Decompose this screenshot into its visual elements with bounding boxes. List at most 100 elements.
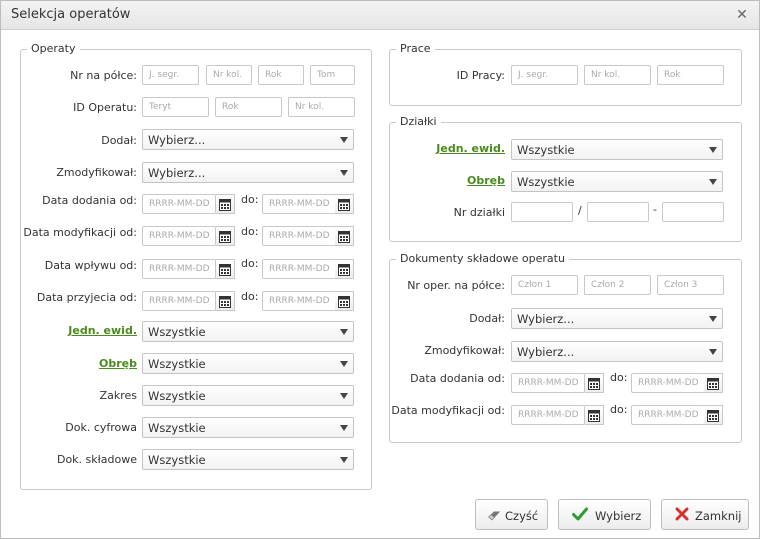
zmodyfikowal-select[interactable]: Wybierz... <box>142 162 354 183</box>
calendar-icon <box>219 296 231 308</box>
dzialki-jedn-ewid-select[interactable]: Wszystkie <box>511 139 723 160</box>
calendar-icon <box>707 410 719 422</box>
dok-skladowe-label: Dok. składowe <box>56 453 137 466</box>
nr-oper-czlon2-input[interactable]: Człon 2 <box>584 275 651 295</box>
chevron-down-icon <box>340 137 348 143</box>
eraser-icon <box>488 510 501 524</box>
data-przyjecia-from-input[interactable]: RRRR-MM-DD <box>142 291 216 311</box>
data-wplywu-from-input[interactable]: RRRR-MM-DD <box>142 259 216 279</box>
calendar-button[interactable] <box>216 291 235 311</box>
id-pracy-rok-input[interactable]: Rok <box>657 65 724 85</box>
nr-oper-czlon1-input[interactable]: Człon 1 <box>511 275 578 295</box>
dok-dodal-select[interactable]: Wybierz... <box>511 308 723 329</box>
nr-na-polce-rok-input[interactable]: Rok <box>258 65 304 85</box>
calendar-button[interactable] <box>335 291 354 311</box>
dzialki-jedn-ewid-select-value: Wszystkie <box>517 143 575 157</box>
dok-cyfrowa-select[interactable]: Wszystkie <box>142 417 354 438</box>
calendar-button[interactable] <box>704 373 723 393</box>
prace-legend: Prace <box>396 42 435 55</box>
id-pracy-jsegr-input[interactable]: J. segr. <box>511 65 578 85</box>
id-operatu-rok-input[interactable]: Rok <box>215 97 282 117</box>
zakres-select[interactable]: Wszystkie <box>142 385 354 406</box>
data-modyfikacji-from-input[interactable]: RRRR-MM-DD <box>142 226 216 246</box>
data-dodania-from-input[interactable]: RRRR-MM-DD <box>142 194 216 214</box>
data-modyfikacji-to-input[interactable]: RRRR-MM-DD <box>262 226 336 246</box>
dok-zmodyfikowal-select[interactable]: Wybierz... <box>511 341 723 362</box>
nr-dzialki-dash: - <box>653 203 657 216</box>
obreb-select-value: Wszystkie <box>148 357 206 371</box>
jedn-ewid-select[interactable]: Wszystkie <box>142 321 354 342</box>
data-modyfikacji-to-label: do: <box>241 225 259 238</box>
calendar-button[interactable] <box>335 226 354 246</box>
data-dodania-to-input[interactable]: RRRR-MM-DD <box>262 194 336 214</box>
nr-dzialki-slash: / <box>578 204 582 217</box>
calendar-button[interactable] <box>335 194 354 214</box>
calendar-button[interactable] <box>216 226 235 246</box>
nr-na-polce-jsegr-input[interactable]: J. segr. <box>142 65 199 85</box>
calendar-icon <box>588 410 600 422</box>
dok-data-dodania-from-input[interactable]: RRRR-MM-DD <box>511 373 585 393</box>
dok-data-modyfikacji-to-input[interactable]: RRRR-MM-DD <box>631 405 705 425</box>
id-operatu-teryt-input[interactable]: Teryt <box>142 97 209 117</box>
nr-dzialki-label: Nr działki <box>453 206 505 219</box>
close-button[interactable]: Zamknij <box>661 499 749 530</box>
data-przyjecia-label: Data przyjecia od: <box>36 291 137 304</box>
calendar-button[interactable] <box>216 194 235 214</box>
data-wplywu-to-input[interactable]: RRRR-MM-DD <box>262 259 336 279</box>
dok-skladowe-select[interactable]: Wszystkie <box>142 449 354 470</box>
obreb-link[interactable]: Obręb <box>99 357 137 370</box>
obreb-select[interactable]: Wszystkie <box>142 353 354 374</box>
dok-data-modyfikacji-from-input[interactable]: RRRR-MM-DD <box>511 405 585 425</box>
id-pracy-nrkol-input[interactable]: Nr kol. <box>584 65 651 85</box>
nr-dzialki-part3-input[interactable] <box>662 202 724 222</box>
calendar-button[interactable] <box>216 259 235 279</box>
zakres-label: Zakres <box>99 389 137 402</box>
dzialki-obreb-link[interactable]: Obręb <box>467 174 505 187</box>
chevron-down-icon <box>340 329 348 335</box>
calendar-button[interactable] <box>585 373 604 393</box>
data-przyjecia-to-input[interactable]: RRRR-MM-DD <box>262 291 336 311</box>
calendar-button[interactable] <box>585 405 604 425</box>
nr-dzialki-part2-input[interactable] <box>587 202 649 222</box>
chevron-down-icon <box>709 316 717 322</box>
calendar-icon <box>219 231 231 243</box>
dok-zmodyfikowal-select-value: Wybierz... <box>517 345 575 359</box>
chevron-down-icon <box>340 393 348 399</box>
nr-na-polce-tom-input[interactable]: Tom <box>310 65 355 85</box>
dok-data-dodania-to-input[interactable]: RRRR-MM-DD <box>631 373 705 393</box>
jedn-ewid-link[interactable]: Jedn. ewid. <box>68 324 137 337</box>
dialog-title: Selekcja operatów <box>11 7 131 22</box>
dzialki-legend: Działki <box>396 115 441 128</box>
dokumenty-legend: Dokumenty składowe operatu <box>396 252 569 265</box>
calendar-button[interactable] <box>335 259 354 279</box>
dzialki-obreb-select[interactable]: Wszystkie <box>511 171 723 192</box>
clear-button-label: Czyść <box>505 509 539 523</box>
calendar-icon <box>588 378 600 390</box>
calendar-icon <box>338 199 350 211</box>
nr-dzialki-part1-input[interactable] <box>511 202 573 222</box>
data-wplywu-label: Data wpływu od: <box>44 259 137 272</box>
nr-oper-czlon3-input[interactable]: Człon 3 <box>657 275 724 295</box>
clear-button[interactable]: Czyść <box>475 499 548 530</box>
chevron-down-icon <box>709 349 717 355</box>
nr-na-polce-nrkol-input[interactable]: Nr kol. <box>206 65 252 85</box>
dok-zmodyfikowal-label: Zmodyfikował: <box>424 344 505 357</box>
id-operatu-nrkol-input[interactable]: Nr kol. <box>288 97 355 117</box>
select-button[interactable]: Wybierz <box>558 499 651 530</box>
data-dodania-label: Data dodania od: <box>42 194 137 207</box>
data-dodania-to-label: do: <box>241 193 259 206</box>
id-pracy-label: ID Pracy: <box>456 69 505 82</box>
dzialki-jedn-ewid-link[interactable]: Jedn. ewid. <box>436 142 505 155</box>
data-przyjecia-to-label: do: <box>241 290 259 303</box>
title-bar[interactable]: Selekcja operatów ✕ <box>1 1 759 30</box>
dodal-select[interactable]: Wybierz... <box>142 129 354 150</box>
nr-na-polce-label: Nr na półce: <box>70 69 137 82</box>
dok-data-modyfikacji-to-label: do: <box>610 403 628 416</box>
zmodyfikowal-label: Zmodyfikował: <box>56 166 137 179</box>
close-button-label: Zamknij <box>695 509 742 523</box>
calendar-icon <box>338 296 350 308</box>
calendar-button[interactable] <box>704 405 723 425</box>
zmodyfikowal-select-value: Wybierz... <box>148 166 206 180</box>
close-icon[interactable]: ✕ <box>735 8 749 22</box>
dzialki-obreb-select-value: Wszystkie <box>517 175 575 189</box>
